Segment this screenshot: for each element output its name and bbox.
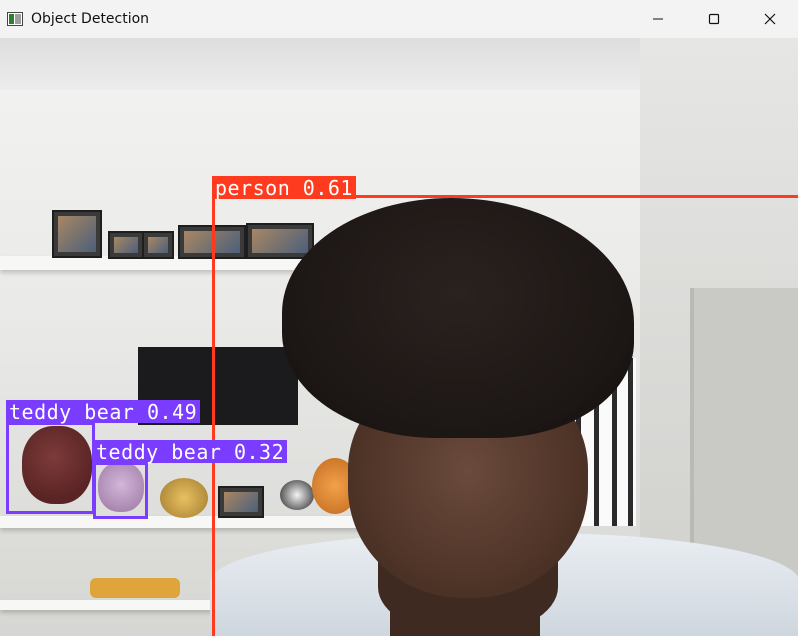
photo-frame xyxy=(142,231,174,259)
photo-frame xyxy=(108,231,144,259)
person-detection-label: person 0.61 xyxy=(212,176,356,199)
camera-feed: person 0.61 teddy bear 0.49 teddy bear 0… xyxy=(0,38,798,636)
minimize-icon xyxy=(652,13,664,25)
teddy-bear-detection-label: teddy bear 0.49 xyxy=(6,400,201,423)
teddy-bear-bounding-box xyxy=(6,422,95,514)
title-bar[interactable]: Object Detection xyxy=(0,0,798,38)
window-controls xyxy=(630,0,798,38)
close-icon xyxy=(764,13,776,25)
ceiling xyxy=(0,38,640,90)
teddy-bear-detection-label: teddy bear 0.32 xyxy=(93,440,288,463)
window-title: Object Detection xyxy=(31,11,150,27)
maximize-button[interactable] xyxy=(686,0,742,38)
toy xyxy=(90,578,180,598)
photo-frame xyxy=(52,210,102,258)
maximize-icon xyxy=(708,13,720,25)
close-button[interactable] xyxy=(742,0,798,38)
minimize-button[interactable] xyxy=(630,0,686,38)
opencv-window-icon xyxy=(7,12,23,26)
person-bounding-box xyxy=(212,195,798,636)
teddy-bear-bounding-box xyxy=(93,462,148,519)
object-detection-window: Object Detection person 0.61 teddy bear … xyxy=(0,0,798,636)
toy xyxy=(160,478,208,518)
